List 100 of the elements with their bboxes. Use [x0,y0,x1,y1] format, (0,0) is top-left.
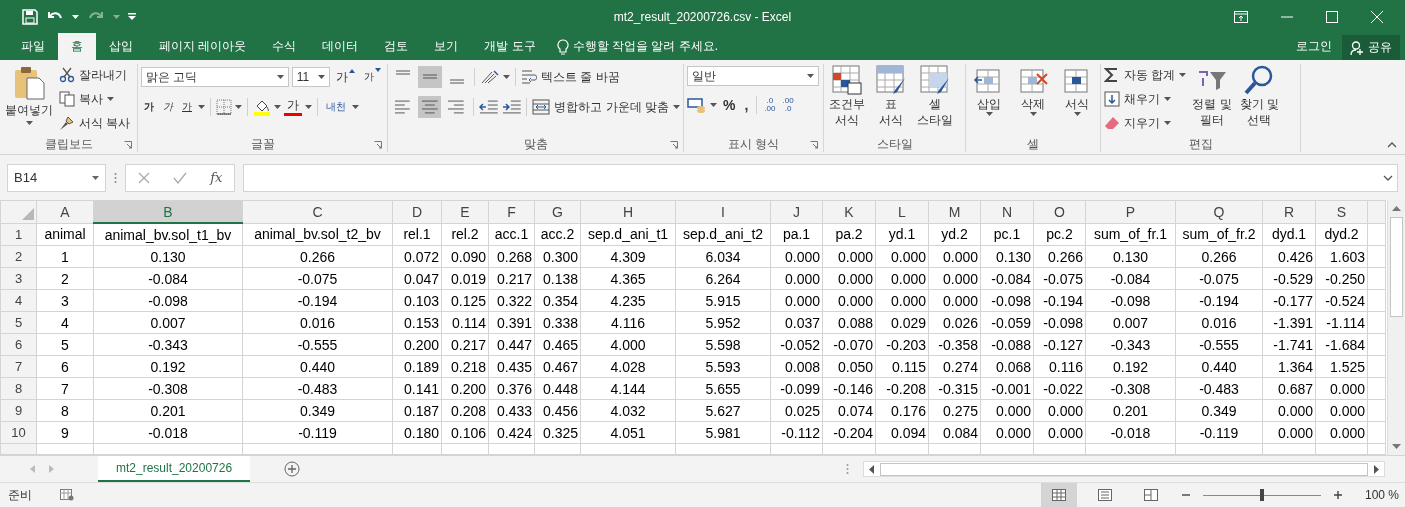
copy-button[interactable]: 복사 [59,88,131,110]
row-header[interactable]: 3 [0,267,37,290]
column-header[interactable]: C [242,200,393,223]
comma-style-button[interactable]: , [741,94,752,116]
dialog-launcher-icon[interactable] [124,141,132,149]
fill-color-icon[interactable] [253,98,271,116]
format-painter-button[interactable]: 서식 복사 [59,112,131,134]
column-header[interactable]: B [93,200,243,223]
scroll-up-icon[interactable] [1392,206,1401,211]
increase-decimal-button[interactable]: .0 .00 [762,97,778,113]
italic-button[interactable]: 가 [160,96,176,118]
column-header[interactable]: F [488,200,535,223]
horizontal-scrollbar[interactable] [863,461,1385,477]
caret-icon[interactable] [352,105,359,109]
ribbon-tab[interactable]: 파일 [8,33,58,60]
sort-filter-button[interactable]: 정렬 및 필터 [1190,64,1234,136]
column-header[interactable]: I [675,200,771,223]
normal-view-button[interactable] [1041,483,1077,507]
zoom-out-icon[interactable] [1182,491,1190,499]
maximize-icon[interactable] [1326,10,1338,23]
macro-record-icon[interactable] [60,489,74,501]
currency-icon[interactable] [687,97,707,113]
ribbon-tab[interactable]: 검토 [371,33,422,60]
dialog-launcher-icon[interactable] [810,141,818,149]
caret-icon[interactable] [235,105,242,109]
number-format-field[interactable]: 일반 [687,66,819,86]
add-sheet-icon[interactable] [284,461,301,477]
autosum-button[interactable]: 자동 합계 [1104,64,1187,86]
decrease-decimal-button[interactable]: .00 .0 [780,97,796,113]
collapse-ribbon-icon[interactable] [1387,142,1397,148]
enter-icon[interactable] [172,171,187,184]
borders-icon[interactable] [216,99,232,115]
column-header[interactable]: A [36,200,94,223]
caret-icon[interactable] [274,105,281,109]
caret-icon[interactable] [1383,174,1393,181]
column-header[interactable]: L [875,200,929,223]
row-header[interactable]: 9 [0,399,37,422]
caret-icon[interactable] [305,105,312,109]
style-button[interactable]: 표 서식 [871,64,911,136]
increase-font-button[interactable]: 가 [333,66,358,88]
save-icon[interactable] [22,8,38,25]
insert-function-button[interactable]: fx [210,170,223,185]
row-header[interactable]: 8 [0,377,37,400]
ribbon-tab[interactable]: 보기 [421,33,472,60]
column-header[interactable]: N [980,200,1034,223]
caret-icon[interactable] [503,75,510,79]
column-header[interactable]: G [534,200,581,223]
cells-button[interactable]: 서식 [1057,64,1097,136]
scroll-right-icon[interactable] [1374,464,1379,474]
ribbon-tab[interactable]: 홈 [58,33,96,60]
dialog-launcher-icon[interactable] [374,141,382,149]
ribbon-tab[interactable]: 페이지 레이아웃 [146,33,260,60]
decrease-indent-icon[interactable] [478,99,499,115]
decrease-font-button[interactable]: 가 [361,66,384,88]
clear-button[interactable]: 지우기 [1104,112,1187,134]
close-icon[interactable] [1371,10,1383,23]
percent-style-button[interactable]: % [720,94,739,116]
horizontal-align-icon[interactable] [417,96,442,118]
row-header[interactable]: 7 [0,355,37,378]
caret-icon[interactable] [198,105,205,109]
ribbon-display-icon[interactable] [1234,10,1248,23]
customize-icon[interactable] [128,13,136,20]
tell-me-search[interactable]: 수행할 작업을 알려 주세요. [572,38,719,55]
column-header[interactable]: H [580,200,676,223]
column-header[interactable]: Q [1175,200,1263,223]
row-header[interactable]: 4 [0,289,37,312]
paste-button[interactable]: 붙여넣기 [3,64,55,136]
login-link[interactable]: 로그인 [1296,38,1332,55]
cells-button[interactable]: 삽입 [969,64,1009,136]
wrap-text-button[interactable]: 텍스트 줄 바꿈 [521,66,620,88]
sheet-tab[interactable]: mt2_result_20200726 [98,455,251,482]
scroll-left-icon[interactable] [869,464,874,474]
ribbon-tab[interactable]: 삽입 [96,33,146,60]
increase-indent-icon[interactable] [501,99,522,115]
column-header[interactable]: P [1085,200,1176,223]
merge-center-button[interactable]: 병합하고 가운데 맞춤 [532,96,680,118]
font-color-button[interactable]: 가 [284,98,302,116]
column-header[interactable]: J [770,200,823,223]
font-name-field[interactable]: 맑은 고딕 [141,67,289,87]
row-header[interactable]: 2 [0,245,37,268]
scroll-thumb[interactable] [1390,217,1403,317]
row-header[interactable]: 5 [0,311,37,334]
drag-handle-icon[interactable] [846,463,849,475]
row-header[interactable]: 6 [0,333,37,356]
vertical-scrollbar[interactable] [1387,200,1405,455]
column-header[interactable]: O [1033,200,1086,223]
style-button[interactable]: 조건부 서식 [827,64,867,136]
caret-icon[interactable] [72,14,79,19]
style-button[interactable]: 셀 스타일 [915,64,955,136]
formula-input[interactable] [243,163,1398,192]
scroll-down-icon[interactable] [1392,444,1401,449]
orientation-icon[interactable] [480,69,500,85]
name-box[interactable]: B14 [7,163,106,192]
ribbon-tab[interactable]: 데이터 [309,33,372,60]
dialog-launcher-icon[interactable] [670,141,678,149]
ribbon-tab[interactable]: 개발 도구 [471,33,549,60]
share-button[interactable]: 공유 [1342,35,1400,60]
cells-button[interactable]: 삭제 [1013,64,1053,136]
caret-icon[interactable] [710,103,717,107]
fill-button[interactable]: 채우기 [1104,88,1187,110]
